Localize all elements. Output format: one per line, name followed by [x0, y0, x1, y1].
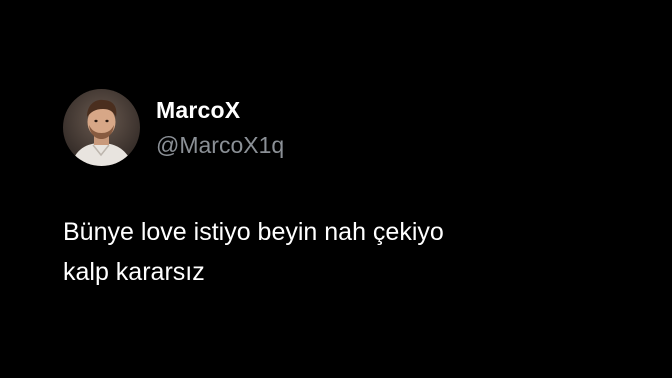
tweet-card: MarcoX @MarcoX1q Bünye love istiyo beyin…	[0, 0, 672, 378]
author-display-name[interactable]: MarcoX	[156, 96, 240, 124]
tweet-text: Bünye love istiyo beyin nah çekiyo kalp …	[63, 212, 623, 292]
author-avatar[interactable]	[63, 89, 140, 166]
author-handle[interactable]: @MarcoX1q	[156, 131, 284, 159]
tweet-text-line: kalp kararsız	[63, 258, 205, 286]
tweet-text-line: Bünye love istiyo beyin nah çekiyo	[63, 218, 444, 246]
profile-photo-icon	[63, 89, 140, 166]
